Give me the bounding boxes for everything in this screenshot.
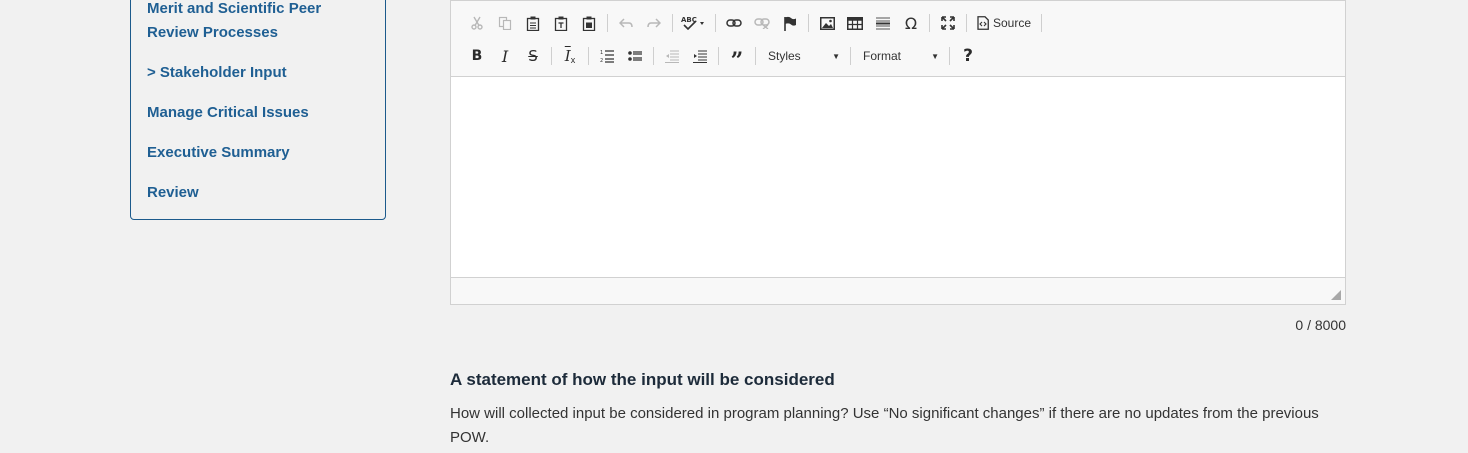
cut-icon[interactable] — [463, 12, 491, 34]
chevron-down-icon: ▼ — [931, 51, 939, 61]
sidebar-item-manage-critical-issues[interactable]: Manage Critical Issues — [147, 101, 309, 125]
source-button[interactable]: Source — [971, 12, 1037, 34]
rich-text-editor: ABC Ω Source B I S I x 1 2 ” Styles ▼ Fo… — [450, 0, 1346, 305]
numbered-list-icon[interactable]: 12 — [593, 45, 621, 67]
toolbar-separator — [1041, 14, 1043, 32]
toolbar-separator — [653, 47, 654, 65]
toolbar-separator — [850, 47, 851, 65]
anchor-flag-icon[interactable] — [776, 12, 804, 34]
remove-format-icon[interactable]: Ix — [556, 45, 584, 67]
styles-dropdown[interactable]: Styles ▼ — [760, 45, 846, 67]
toolbar-separator — [588, 47, 589, 65]
special-char-omega-icon[interactable]: Ω — [897, 12, 925, 34]
source-label: Source — [993, 16, 1032, 30]
bold-icon[interactable]: B — [463, 45, 491, 67]
blockquote-icon[interactable]: ” — [723, 45, 751, 72]
link-icon[interactable] — [720, 12, 748, 34]
paste-icon[interactable] — [519, 12, 547, 34]
italic-icon[interactable]: I — [491, 45, 519, 67]
toolbar-separator — [808, 14, 809, 32]
outdent-icon[interactable] — [658, 45, 686, 67]
format-label: Format — [863, 49, 902, 63]
section-description: How will collected input be considered i… — [450, 405, 1319, 446]
strikethrough-icon[interactable]: S — [519, 45, 547, 67]
paste-word-icon[interactable] — [575, 12, 603, 34]
sidebar-item-stakeholder-input[interactable]: > Stakeholder Input — [147, 61, 287, 85]
help-icon: ? — [963, 46, 973, 66]
toolbar-separator — [551, 47, 552, 65]
spellcheck-icon[interactable]: ABC — [677, 12, 711, 34]
styles-label: Styles — [768, 49, 801, 63]
toolbar-separator — [672, 14, 673, 32]
image-icon[interactable] — [813, 12, 841, 34]
source-icon — [977, 16, 989, 30]
help-button[interactable]: ? — [954, 45, 982, 67]
toolbar-separator — [718, 47, 719, 65]
svg-text:2: 2 — [600, 58, 603, 63]
bulleted-list-icon[interactable] — [621, 45, 649, 67]
sidebar-nav: Merit and Scientific Peer Review Process… — [130, 0, 386, 220]
toolbar-separator — [755, 47, 756, 65]
toolbar-separator — [929, 14, 930, 32]
toolbar-separator — [949, 47, 950, 65]
toolbar-row-2: B I S Ix 12 ” Styles ▼ Format ▼ ? — [463, 45, 982, 72]
indent-icon[interactable] — [686, 45, 714, 67]
redo-icon[interactable] — [640, 12, 668, 34]
horizontal-rule-icon[interactable] — [869, 12, 897, 34]
undo-icon[interactable] — [612, 12, 640, 34]
sidebar-item-merit-review[interactable]: Merit and Scientific Peer Review Process… — [147, 0, 375, 45]
toolbar-separator — [607, 14, 608, 32]
svg-text:1: 1 — [600, 50, 603, 56]
toolbar-separator — [715, 14, 716, 32]
character-counter: 0 / 8000 — [1295, 317, 1346, 333]
table-icon[interactable] — [841, 12, 869, 34]
copy-icon[interactable] — [491, 12, 519, 34]
section-title: A statement of how the input will be con… — [450, 370, 835, 389]
paste-text-icon[interactable] — [547, 12, 575, 34]
unlink-icon[interactable] — [748, 12, 776, 34]
editor-toolbar: ABC Ω Source B I S I x 1 2 ” Styles ▼ Fo… — [451, 1, 1345, 77]
editor-content-area[interactable] — [451, 77, 1345, 277]
toolbar-separator — [966, 14, 967, 32]
editor-bottom-bar — [451, 277, 1345, 304]
chevron-down-icon: ▼ — [832, 51, 840, 61]
format-dropdown[interactable]: Format ▼ — [855, 45, 945, 67]
toolbar-row-1: ABC Ω Source — [463, 12, 1046, 34]
resize-handle-icon[interactable] — [1331, 290, 1341, 300]
sidebar-item-executive-summary[interactable]: Executive Summary — [147, 141, 290, 165]
sidebar-item-review[interactable]: Review — [147, 181, 199, 205]
maximize-icon[interactable] — [934, 12, 962, 34]
